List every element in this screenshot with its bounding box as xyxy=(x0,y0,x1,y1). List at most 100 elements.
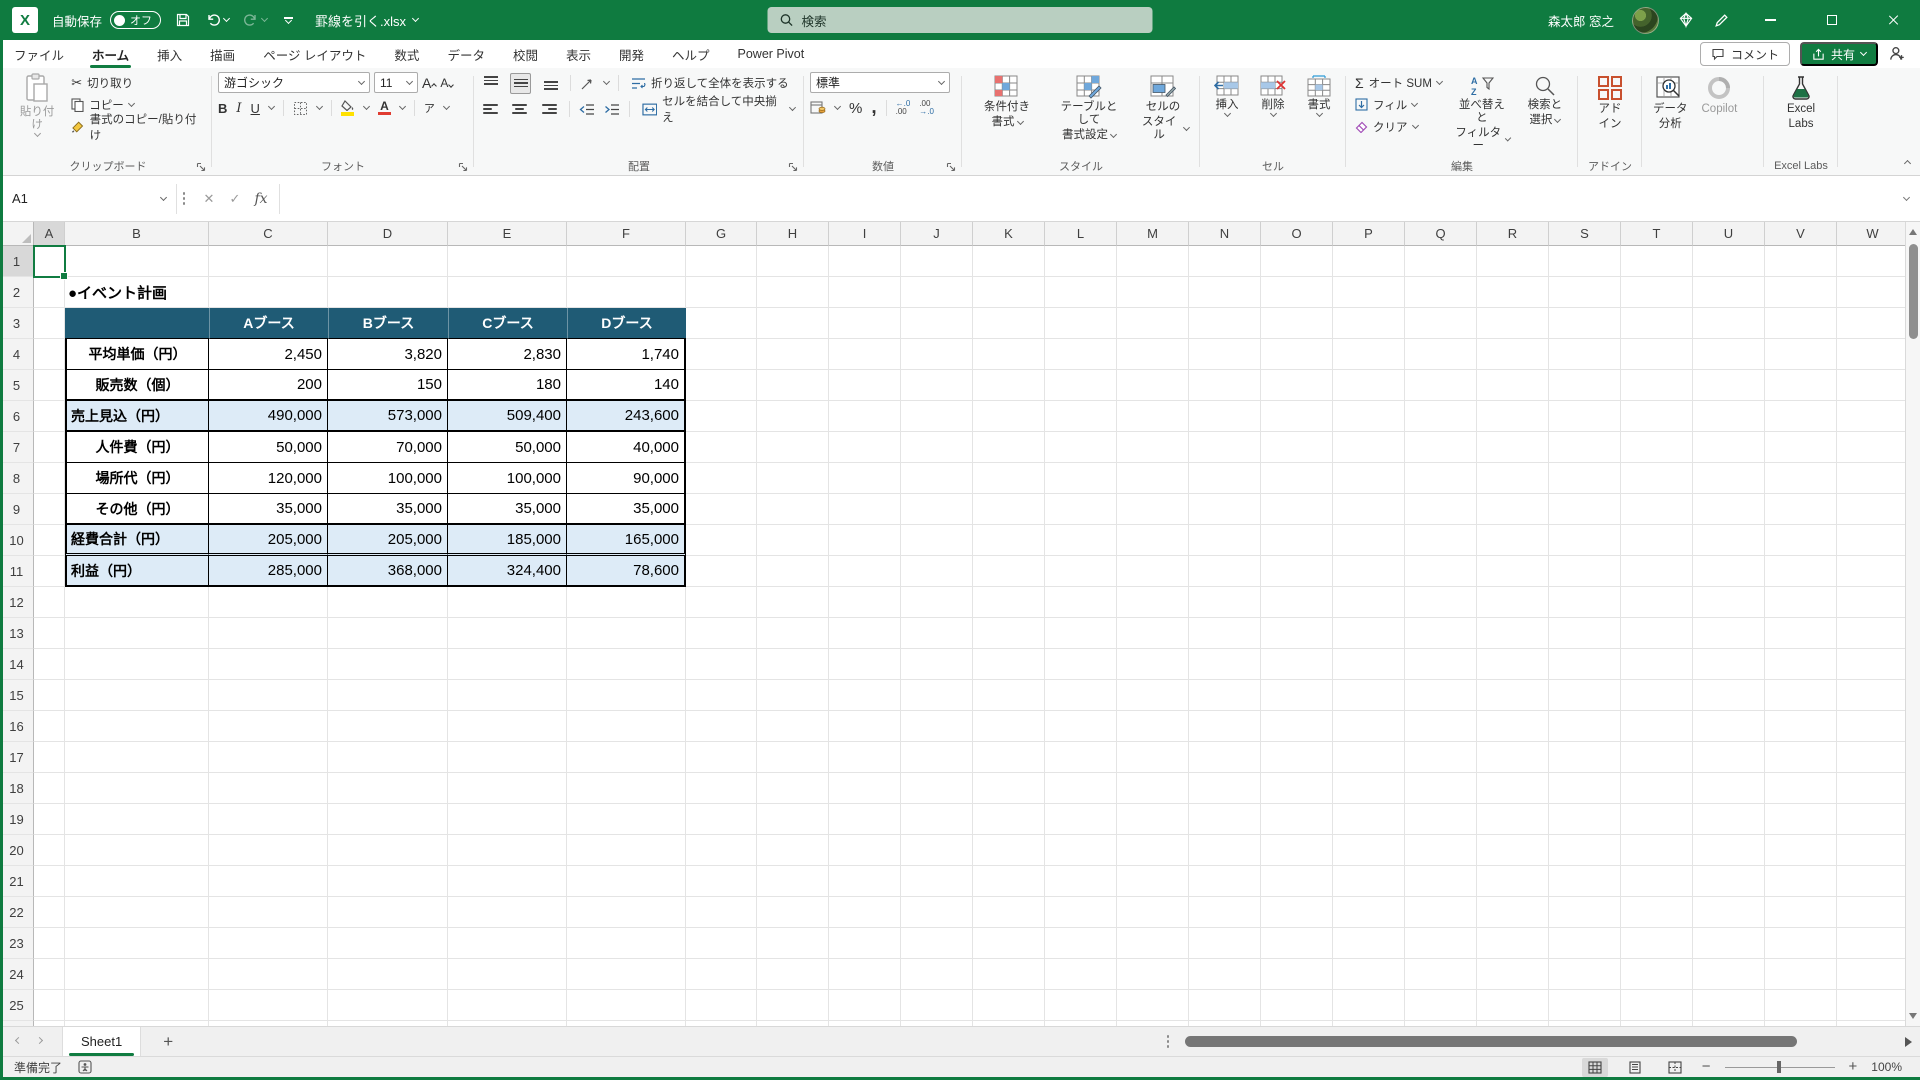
insert-cells-button[interactable]: 挿入 xyxy=(1206,72,1248,119)
document-title[interactable]: 罫線を引く.xlsx xyxy=(315,11,420,30)
cell-D6[interactable]: 573,000 xyxy=(328,401,448,432)
row-header-7[interactable]: 7 xyxy=(0,432,34,463)
customize-quick-access-icon[interactable] xyxy=(281,16,295,24)
fill-button[interactable]: フィル xyxy=(1352,94,1445,115)
delete-cells-button[interactable]: 削除 xyxy=(1252,72,1294,119)
cell-B8[interactable]: 場所代（円） xyxy=(65,463,209,494)
column-header-R[interactable]: R xyxy=(1477,222,1549,246)
row-header-8[interactable]: 8 xyxy=(0,463,34,494)
column-header-Q[interactable]: Q xyxy=(1405,222,1477,246)
pen-icon[interactable] xyxy=(1713,12,1730,29)
phonetic-button[interactable]: ア xyxy=(424,100,435,116)
row-header-21[interactable]: 21 xyxy=(0,866,34,897)
cell-D8[interactable]: 100,000 xyxy=(328,463,448,494)
row-header-4[interactable]: 4 xyxy=(0,339,34,370)
column-header-L[interactable]: L xyxy=(1045,222,1117,246)
row-header-14[interactable]: 14 xyxy=(0,649,34,680)
shrink-font-button[interactable]: A xyxy=(440,76,455,90)
cell-E5[interactable]: 180 xyxy=(448,370,567,401)
column-header-A[interactable]: A xyxy=(34,222,65,246)
excel-app-icon[interactable]: X xyxy=(12,7,38,33)
zoom-slider[interactable] xyxy=(1724,1061,1835,1073)
view-page-break-button[interactable] xyxy=(1662,1058,1688,1077)
row-header-17[interactable]: 17 xyxy=(0,742,34,773)
cell-B2[interactable]: ●イベント計画 xyxy=(65,277,209,308)
currency-dropdown-chevron[interactable] xyxy=(833,102,842,111)
formula-bar-drag-handle[interactable] xyxy=(177,192,191,205)
row-header-13[interactable]: 13 xyxy=(0,618,34,649)
comma-style-button[interactable]: , xyxy=(871,97,876,119)
phonetic-dropdown-chevron[interactable] xyxy=(442,102,450,111)
row-header-2[interactable]: 2 xyxy=(0,277,34,308)
maximize-button[interactable] xyxy=(1810,0,1854,40)
row-header-12[interactable]: 12 xyxy=(0,587,34,618)
scroll-down-arrow[interactable] xyxy=(1909,1013,1917,1019)
tab-数式[interactable]: 数式 xyxy=(380,40,433,68)
copy-dropdown-chevron[interactable] xyxy=(127,99,135,107)
excel-labs-button[interactable]: Excel Labs xyxy=(1782,72,1820,134)
row-header-25[interactable]: 25 xyxy=(0,990,34,1021)
tab-ファイル[interactable]: ファイル xyxy=(0,40,78,68)
column-header-C[interactable]: C xyxy=(209,222,328,246)
merge-center-button[interactable]: セルを結合して中央揃え xyxy=(639,96,799,124)
cut-button[interactable]: ✂ 切り取り xyxy=(68,72,206,93)
comments-button[interactable]: コメント xyxy=(1699,42,1790,66)
accessibility-icon[interactable] xyxy=(78,1060,92,1074)
cell-F11[interactable]: 78,600 xyxy=(567,556,686,587)
align-middle-button[interactable] xyxy=(510,72,531,94)
row-header-1[interactable]: 1 xyxy=(0,246,34,277)
close-button[interactable] xyxy=(1872,0,1916,40)
cell-C11[interactable]: 285,000 xyxy=(209,556,328,587)
conditional-formatting-button[interactable]: 条件付き 書式 xyxy=(968,72,1046,132)
sort-filter-button[interactable]: AZ 並べ替えと フィルター xyxy=(1449,72,1515,156)
align-top-button[interactable] xyxy=(480,73,501,94)
vertical-scrollbar[interactable] xyxy=(1905,222,1920,1026)
row-header-24[interactable]: 24 xyxy=(0,959,34,990)
cell-F5[interactable]: 140 xyxy=(567,370,686,401)
row-header-9[interactable]: 9 xyxy=(0,494,34,525)
tab-ページ レイアウト[interactable]: ページ レイアウト xyxy=(249,40,380,68)
name-box-chevron[interactable] xyxy=(159,193,168,201)
cell-E10[interactable]: 185,000 xyxy=(448,525,567,556)
number-format-select[interactable]: 標準 xyxy=(810,72,950,93)
cell-F7[interactable]: 40,000 xyxy=(567,432,686,463)
cell-C8[interactable]: 120,000 xyxy=(209,463,328,494)
formula-bar-collapse-chevron[interactable] xyxy=(1892,193,1920,201)
paste-button[interactable]: 貼り付け xyxy=(10,72,64,139)
font-name-select[interactable]: 游ゴシック xyxy=(218,72,370,93)
cell-F9[interactable]: 35,000 xyxy=(567,494,686,525)
decrease-indent-button[interactable] xyxy=(579,103,595,116)
ribbon-collapse-chevron[interactable] xyxy=(1903,153,1912,171)
format-painter-button[interactable]: 書式のコピー/貼り付け xyxy=(68,114,206,142)
orientation-button[interactable] xyxy=(580,76,595,91)
wrap-text-button[interactable]: 折り返して全体を表示する xyxy=(628,73,792,94)
tab-表示[interactable]: 表示 xyxy=(552,40,605,68)
undo-dropdown-chevron[interactable] xyxy=(222,14,231,23)
orientation-dropdown-chevron[interactable] xyxy=(602,77,611,86)
column-header-P[interactable]: P xyxy=(1333,222,1405,246)
cell-B7[interactable]: 人件費（円） xyxy=(65,432,209,463)
font-color-dropdown-chevron[interactable] xyxy=(398,102,406,111)
tab-Power Pivot[interactable]: Power Pivot xyxy=(724,40,819,68)
row-header-15[interactable]: 15 xyxy=(0,680,34,711)
cell-C6[interactable]: 490,000 xyxy=(209,401,328,432)
row-header-23[interactable]: 23 xyxy=(0,928,34,959)
cell-E6[interactable]: 509,400 xyxy=(448,401,567,432)
format-as-table-button[interactable]: テーブルとして 書式設定 xyxy=(1050,72,1128,145)
column-header-H[interactable]: H xyxy=(757,222,829,246)
cell-E8[interactable]: 100,000 xyxy=(448,463,567,494)
name-box[interactable]: A1 xyxy=(0,183,176,215)
person-add-icon[interactable] xyxy=(1888,45,1906,63)
insert-function-icon[interactable]: fx xyxy=(254,191,267,207)
cell-E11[interactable]: 324,400 xyxy=(448,556,567,587)
cell-B11[interactable]: 利益（円） xyxy=(65,556,209,587)
cell-B6[interactable]: 売上見込（円） xyxy=(65,401,209,432)
scroll-right-arrow[interactable] xyxy=(1905,1036,1912,1047)
row-header-18[interactable]: 18 xyxy=(0,773,34,804)
column-header-E[interactable]: E xyxy=(448,222,567,246)
grow-font-button[interactable]: A xyxy=(422,75,438,91)
cell-B5[interactable]: 販売数（個） xyxy=(65,370,209,401)
vertical-scroll-thumb[interactable] xyxy=(1908,244,1918,339)
cell-D9[interactable]: 35,000 xyxy=(328,494,448,525)
column-header-F[interactable]: F xyxy=(567,222,686,246)
